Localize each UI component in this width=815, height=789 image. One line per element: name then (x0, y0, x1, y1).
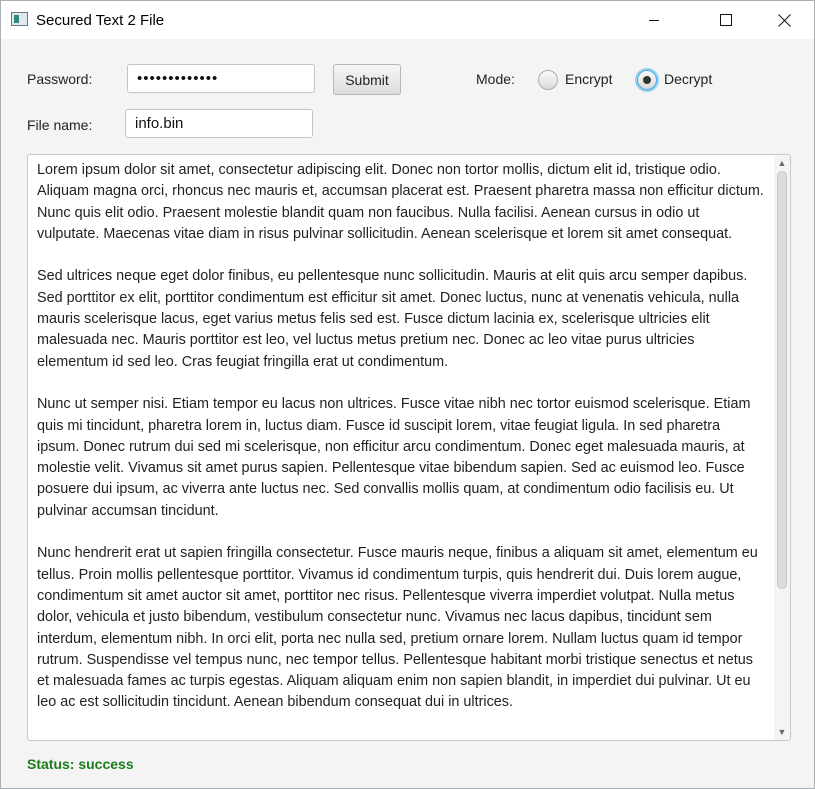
status-text: Status: success (27, 756, 134, 772)
vertical-scrollbar[interactable]: ▲ ▼ (774, 155, 790, 740)
scroll-up-button[interactable]: ▲ (774, 156, 790, 170)
minimize-button[interactable] (631, 1, 677, 39)
close-button[interactable] (761, 1, 807, 39)
content-textarea[interactable]: Lorem ipsum dolor sit amet, consectetur … (27, 154, 791, 741)
decrypt-radio-label[interactable]: Decrypt (664, 71, 712, 87)
close-icon (777, 13, 791, 27)
scroll-down-button[interactable]: ▼ (774, 725, 790, 739)
window-title: Secured Text 2 File (36, 12, 165, 29)
chevron-up-icon: ▲ (777, 158, 787, 168)
chevron-down-icon: ▼ (777, 727, 787, 737)
password-field[interactable]: ••••••••••••• (127, 64, 315, 93)
content-text[interactable]: Lorem ipsum dolor sit amet, consectetur … (37, 160, 765, 714)
filename-field[interactable]: info.bin (125, 109, 313, 138)
scrollbar-thumb[interactable] (777, 171, 787, 589)
app-window: Secured Text 2 File Password: ••••••••••… (0, 0, 815, 789)
submit-button[interactable]: Submit (333, 64, 401, 95)
radio-selected-dot (643, 76, 651, 84)
maximize-button[interactable] (703, 1, 749, 39)
decrypt-radio[interactable] (637, 70, 657, 90)
maximize-icon (720, 14, 732, 26)
mode-label: Mode: (476, 71, 515, 87)
password-label: Password: (27, 71, 93, 87)
encrypt-radio-label[interactable]: Encrypt (565, 71, 612, 87)
encrypt-radio[interactable] (538, 70, 558, 90)
title-bar[interactable]: Secured Text 2 File (1, 1, 814, 39)
filename-label: File name: (27, 117, 93, 133)
minimize-icon (649, 20, 659, 21)
app-icon (11, 12, 28, 26)
